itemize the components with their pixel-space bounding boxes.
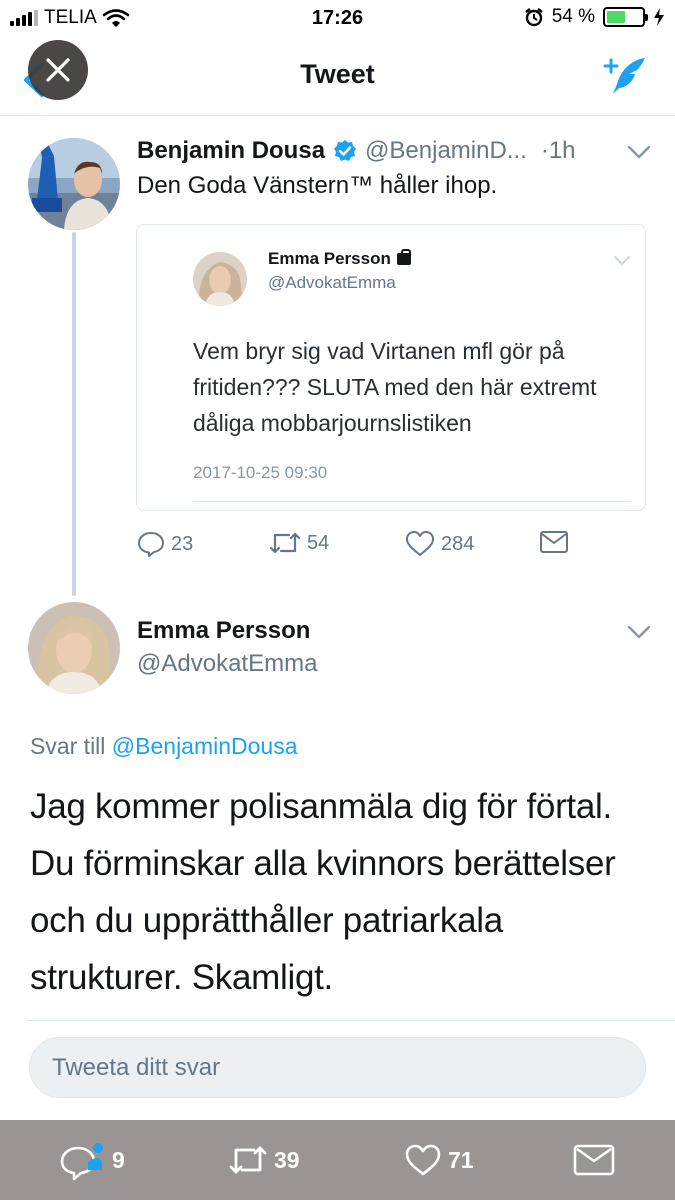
time-ago: 1h (548, 137, 576, 164)
message-tab[interactable] (572, 1120, 616, 1200)
divider (28, 1020, 675, 1021)
author-name[interactable]: Benjamin Dousa (137, 137, 325, 165)
battery-icon (603, 7, 648, 27)
retweet-tab[interactable]: 39 (228, 1120, 300, 1200)
author-handle[interactable]: @BenjaminD... (365, 137, 527, 165)
lock-icon (396, 249, 411, 265)
reply-tab[interactable]: 9 (58, 1120, 125, 1200)
message-icon (573, 1144, 615, 1176)
avatar-photo (28, 602, 120, 694)
avatar-photo (28, 138, 120, 230)
charging-icon (654, 8, 664, 26)
page-title: Tweet (300, 59, 375, 89)
embedded-author-name-text: Emma Persson (268, 249, 391, 268)
tweet-text: Den Goda Vänstern™ håller ihop. (137, 172, 498, 199)
reply-input[interactable] (29, 1037, 646, 1098)
replying-to-mention[interactable]: @BenjaminDousa (112, 733, 298, 759)
reply-count: 23 (171, 532, 194, 555)
embedded-avatar-photo (193, 252, 247, 306)
share-action[interactable] (539, 530, 569, 554)
like-tab[interactable]: 71 (404, 1120, 474, 1200)
status-bar-right: 54 % (524, 6, 665, 28)
divider (193, 501, 631, 502)
replying-to: Svar till @BenjaminDousa (30, 733, 298, 760)
retweet-tab-count: 39 (274, 1146, 300, 1173)
embedded-tweet-date: 2017-10-25 09:30 (193, 463, 328, 482)
like-action[interactable]: 284 (405, 530, 474, 558)
bottom-action-bar: 9 39 71 (0, 1120, 675, 1200)
time-separator: · (540, 137, 549, 164)
embedded-tweet-image[interactable]: Emma Persson @AdvokatEmma Vem bryr sig v… (136, 224, 646, 511)
like-icon (405, 1144, 441, 1176)
like-icon (406, 531, 434, 556)
compose-icon[interactable] (601, 54, 649, 98)
alarm-icon (524, 8, 543, 27)
embedded-author-handle: @AdvokatEmma (268, 273, 396, 292)
thread-connector (72, 232, 76, 596)
verified-icon (334, 140, 357, 161)
retweet-action[interactable]: 54 (269, 530, 329, 556)
avatar[interactable] (28, 138, 120, 230)
like-tab-count: 71 (448, 1146, 474, 1173)
embedded-tweet-text: Vem bryr sig vad Virtanen mfl gör på fri… (193, 338, 597, 436)
battery-level (607, 11, 626, 23)
chevron-down-icon[interactable] (626, 624, 652, 640)
embedded-author-name: Emma Persson (268, 249, 411, 269)
retweet-count: 54 (307, 531, 330, 554)
chevron-down-icon (614, 256, 630, 266)
retweet-icon (269, 532, 301, 554)
tweet-actions: 23 54 284 (137, 530, 617, 564)
reply-author-name[interactable]: Emma Persson (137, 617, 310, 645)
reply-author-handle[interactable]: @AdvokatEmma (137, 650, 317, 678)
avatar[interactable] (28, 602, 120, 694)
like-count: 284 (441, 532, 475, 555)
retweet-icon (229, 1146, 267, 1174)
reply-tab-count: 9 (112, 1146, 125, 1173)
status-bar: TELIA 17:26 54 % (0, 0, 675, 40)
reply-text: Jag kommer polisanmäla dig för förtal. D… (30, 787, 616, 997)
tweet-time: ·1h (541, 137, 576, 165)
nav-bar: Tweet (0, 40, 675, 116)
reply-action[interactable]: 23 (137, 530, 193, 558)
message-icon (540, 531, 568, 553)
reply-icon (60, 1143, 103, 1181)
embedded-avatar (193, 252, 247, 306)
battery-percent: 54 % (551, 6, 595, 27)
reply-icon (138, 532, 164, 557)
tweet-header: Benjamin Dousa @BenjaminD... ·1h (137, 134, 657, 168)
chevron-down-icon[interactable] (626, 144, 652, 160)
replying-prefix: Svar till (30, 733, 106, 759)
